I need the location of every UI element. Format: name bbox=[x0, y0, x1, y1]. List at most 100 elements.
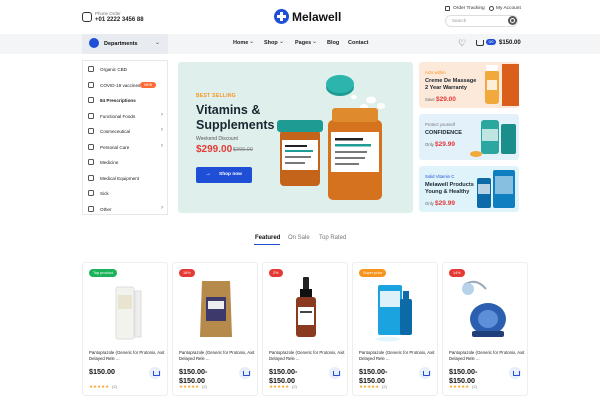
sidebar-item-medical-equipment[interactable]: Medical Equipment bbox=[83, 171, 169, 187]
product-card[interactable]: 18% Pantoprazole (Generic for Protonix, … bbox=[172, 262, 258, 396]
logo-cross-icon[interactable] bbox=[274, 9, 289, 24]
product-card[interactable]: Super price Pantoprazole (Generic for Pr… bbox=[352, 262, 438, 396]
cart-total[interactable]: $150.00 bbox=[499, 40, 521, 46]
rating-count: (2) bbox=[382, 384, 387, 389]
tab-top-rated[interactable]: Top Rated bbox=[319, 235, 346, 241]
promo-banner-massage[interactable]: Acts within Creme De Massage 2 Year Warr… bbox=[419, 62, 519, 108]
cart-count-badge: 0/0 bbox=[486, 39, 496, 45]
personal-care-icon bbox=[88, 143, 94, 150]
product-name[interactable]: Pantoprazole (Generic for Protonix, Axit… bbox=[89, 350, 165, 362]
product-name[interactable]: Pantoprazole (Generic for Protonix, Axit… bbox=[449, 350, 525, 362]
sidebar-item-covid-vaccines[interactable]: COVID-19 vaccines NEW bbox=[83, 78, 169, 94]
tab-featured[interactable]: Featured bbox=[255, 235, 280, 241]
product-image bbox=[376, 285, 412, 342]
account-icon bbox=[489, 6, 494, 11]
product-name[interactable]: Pantoprazole (Generic for Protonix, Axit… bbox=[179, 350, 255, 362]
product-card[interactable]: 14% Pantoprazole (Generic for Protonix, … bbox=[442, 262, 528, 396]
sidebar-item-label: Sick bbox=[100, 191, 109, 196]
sidebar-item-sick[interactable]: Sick bbox=[83, 186, 169, 202]
tab-on-sale[interactable]: On Sale bbox=[288, 235, 310, 241]
nav-shop[interactable]: Shop bbox=[264, 40, 278, 46]
nav-home[interactable]: Home bbox=[233, 40, 248, 46]
order-tracking-link[interactable]: Order Tracking bbox=[453, 6, 485, 11]
promo-title-line2: 2 Year Warranty bbox=[425, 85, 467, 91]
product-image bbox=[115, 286, 142, 340]
promo-price-row: Only $29.99 bbox=[425, 200, 455, 207]
sidebar-item-personal-care[interactable]: Personal Care › bbox=[83, 140, 169, 156]
promo-title-line1: Melawell Products bbox=[425, 182, 474, 188]
product-price: $150.00- $150.00 bbox=[179, 367, 208, 385]
leaf-icon bbox=[88, 66, 94, 72]
add-to-cart-icon[interactable] bbox=[509, 367, 521, 379]
promo-title: CONFIDENCE bbox=[425, 130, 462, 136]
promo-price: $29.99 bbox=[435, 141, 455, 148]
sidebar-item-label: Medicine bbox=[100, 160, 119, 165]
sidebar-item-label: Other bbox=[100, 206, 112, 212]
promo-banner-confidence[interactable]: Protect yourself CONFIDENCE Only $29.99 bbox=[419, 114, 519, 160]
sidebar-item-functional-foods[interactable]: Functional Foods › bbox=[83, 109, 169, 125]
promo-price-row: Only $29.99 bbox=[425, 141, 455, 148]
product-price: $150.00- $150.00 bbox=[359, 367, 388, 385]
arrow-right-icon: → bbox=[205, 171, 211, 177]
nav-pages[interactable]: Pages bbox=[295, 40, 311, 46]
departments-label[interactable]: Departments bbox=[104, 41, 138, 47]
equipment-icon bbox=[88, 174, 94, 181]
sidebar-item-medicine[interactable]: Medicine bbox=[83, 155, 169, 171]
product-price: $150.00 bbox=[89, 367, 115, 376]
promo-banner-vitamin[interactable]: Solid Vitamin C Melawell Products Young … bbox=[419, 166, 519, 212]
wishlist-icon[interactable]: ♡ bbox=[458, 39, 466, 48]
promo-title: Creme De Massage 2 Year Warranty bbox=[425, 78, 476, 92]
sidebar-item-label: Personal Care bbox=[100, 144, 130, 150]
product-name[interactable]: Pantoprazole (Generic for Protonix, Axit… bbox=[359, 350, 435, 362]
promo-price-prefix: Only bbox=[425, 142, 434, 147]
promo-price: $29.00 bbox=[436, 96, 456, 103]
product-image bbox=[462, 280, 506, 337]
product-card[interactable]: 2% Pantoprazole (Generic for Protonix, A… bbox=[262, 262, 348, 396]
my-account-link[interactable]: My Account bbox=[496, 6, 521, 11]
promo-eyebrow: Protect yourself bbox=[425, 122, 455, 127]
hero-title-line1: Vitamins & bbox=[196, 103, 261, 117]
cart-icon[interactable] bbox=[476, 40, 484, 46]
phone-icon bbox=[82, 12, 92, 22]
nav-blog[interactable]: Blog bbox=[327, 40, 339, 46]
rating-stars: ★★★★★ bbox=[89, 384, 110, 389]
product-name[interactable]: Pantoprazole (Generic for Protonix, Axit… bbox=[269, 350, 345, 362]
rating-stars: ★★★★★ bbox=[359, 384, 380, 389]
shop-now-label[interactable]: Shop now bbox=[219, 172, 242, 177]
sidebar-item-other[interactable]: Other › bbox=[83, 202, 169, 218]
departments-icon bbox=[89, 38, 99, 48]
phone-number[interactable]: +01 2222 3456 88 bbox=[95, 17, 144, 23]
add-to-cart-icon[interactable] bbox=[149, 367, 161, 379]
promo-title: Melawell Products Young & Healthy bbox=[425, 182, 474, 196]
search-icon[interactable] bbox=[508, 16, 517, 25]
rating-count: (2) bbox=[112, 384, 117, 389]
vaccine-icon bbox=[88, 81, 94, 88]
promo-eyebrow: Acts within bbox=[425, 70, 446, 75]
promo-price-prefix: Only bbox=[425, 201, 434, 206]
promo-price: $29.99 bbox=[435, 200, 455, 207]
rating-count: (2) bbox=[472, 384, 477, 389]
sidebar-item-prescriptions[interactable]: 84 Prescriptions bbox=[83, 93, 169, 109]
search-placeholder[interactable]: Search bbox=[452, 18, 466, 23]
sick-icon bbox=[88, 190, 94, 196]
rating-stars: ★★★★★ bbox=[449, 384, 470, 389]
food-icon bbox=[88, 112, 94, 119]
medicine-icon bbox=[88, 159, 94, 165]
chevron-down-icon: ⌄ bbox=[279, 39, 285, 45]
add-to-cart-icon[interactable] bbox=[329, 367, 341, 379]
add-to-cart-icon[interactable] bbox=[419, 367, 431, 379]
tab-active-indicator bbox=[254, 244, 280, 246]
sidebar-item-organic-cbd[interactable]: Organic CBD bbox=[83, 62, 169, 78]
hero-price: $299.00 bbox=[196, 144, 233, 155]
product-card[interactable]: Top product Pantoprazole (Generic for Pr… bbox=[82, 262, 168, 396]
chevron-down-icon: ⌄ bbox=[155, 40, 161, 46]
cosmetic-icon bbox=[88, 128, 94, 134]
promo-title-line2: Young & Healthy bbox=[425, 189, 470, 195]
nav-contact[interactable]: Contact bbox=[348, 40, 368, 46]
sidebar-item-label: Functional Foods bbox=[100, 113, 136, 119]
other-icon bbox=[88, 205, 94, 212]
logo-text[interactable]: Melawell bbox=[292, 10, 341, 24]
add-to-cart-icon[interactable] bbox=[239, 367, 251, 379]
sidebar-item-cosmeceutical[interactable]: Cosmeceutical › bbox=[83, 124, 169, 140]
chevron-right-icon: › bbox=[161, 111, 163, 118]
